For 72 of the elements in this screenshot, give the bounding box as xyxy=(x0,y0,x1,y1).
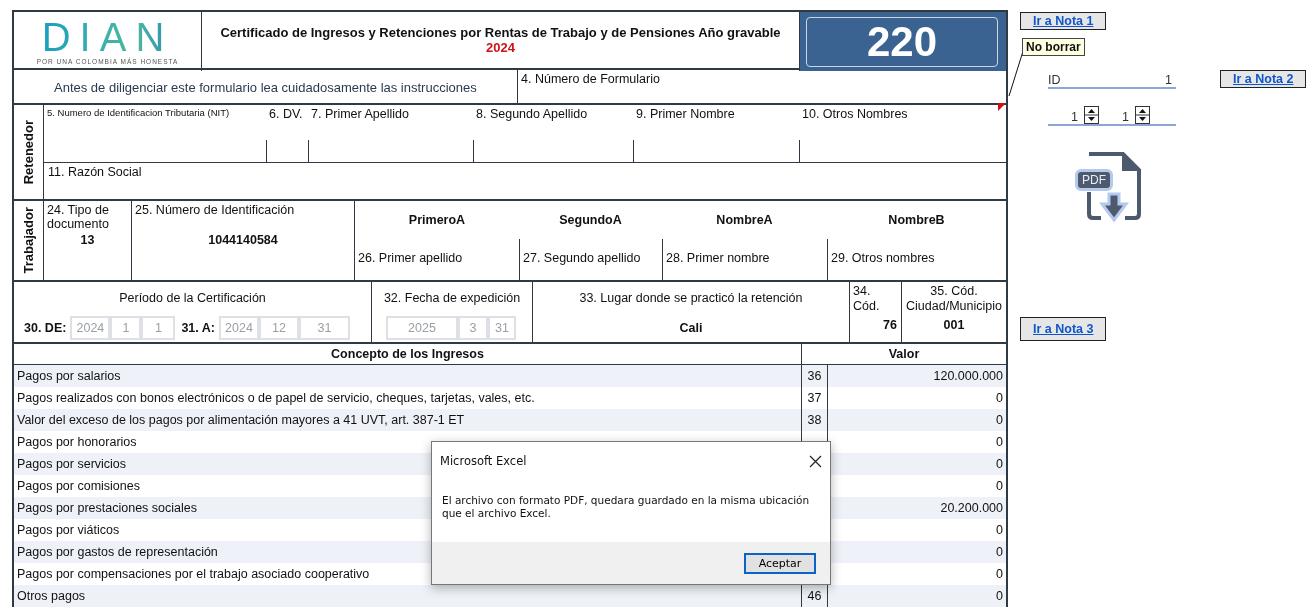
name-value: PrimeroA xyxy=(407,213,467,227)
field-label: 10. Otros Nombres xyxy=(801,106,909,123)
spinner-value[interactable]: 1 xyxy=(1048,110,1084,124)
pdf-badge: PDF xyxy=(1075,169,1113,191)
field-label: 31. A: xyxy=(181,321,215,335)
field-label: 30. DE: xyxy=(24,321,67,335)
spinner-value[interactable]: 1 xyxy=(1099,110,1135,124)
name-value: NombreA xyxy=(715,213,774,227)
table-cell-text: 0 xyxy=(995,456,1004,473)
date-field[interactable]: 3 xyxy=(458,316,488,340)
date-field[interactable]: 2024 xyxy=(70,316,111,340)
field-value: 13 xyxy=(79,233,96,247)
field-label: 34. Cód. xyxy=(852,283,881,315)
table-cell-text: 0 xyxy=(995,522,1004,539)
field-value: 001 xyxy=(942,318,966,332)
date-field[interactable]: 31 xyxy=(298,316,350,340)
field-label: 29. Otros nombres xyxy=(827,239,1006,280)
field-label: 11. Razón Social xyxy=(47,164,143,181)
date-field[interactable]: 2024 xyxy=(218,316,259,340)
comment-note: No borrar xyxy=(1022,38,1085,56)
table-cell-text: 20.200.000 xyxy=(939,500,1004,517)
name-value: SegundoA xyxy=(558,213,623,227)
field-label: 7. Primer Apellido xyxy=(310,106,410,123)
field-label: 24. Tipo de documento xyxy=(46,202,110,233)
field-label: 28. Primer nombre xyxy=(662,239,827,280)
column-header: Concepto de los Ingresos xyxy=(14,344,802,364)
field-label: 9. Primer Nombre xyxy=(635,106,736,123)
date-field[interactable]: 1 xyxy=(141,316,176,340)
column-header: Valor xyxy=(887,346,921,363)
field-value: 1044140584 xyxy=(207,233,279,247)
note-link-button[interactable]: Ir a Nota 3 xyxy=(1020,317,1107,341)
id-label: ID xyxy=(1048,73,1061,87)
field-label: Período de la Certificación xyxy=(118,290,267,307)
section-label: Trabajador xyxy=(21,207,36,274)
field-label: 26. Primer apellido xyxy=(357,250,464,267)
field-label: 32. Fecha de expedición xyxy=(382,290,522,307)
table-cell-text: 0 xyxy=(995,434,1004,451)
field-value: 76 xyxy=(882,318,898,332)
name-value: NombreB xyxy=(887,213,946,227)
table-cell-text: 0 xyxy=(995,478,1004,495)
date-field[interactable]: 12 xyxy=(258,316,299,340)
section-label: Retenedor xyxy=(21,119,36,185)
form-title: Certificado de Ingresos y Retenciones por Rentas de Trabajo y de Pensiones Año gravable xyxy=(219,25,782,40)
dialog-title: Microsoft Excel xyxy=(440,454,527,468)
spinner-icon[interactable] xyxy=(1084,106,1099,124)
table-cell-text: 0 xyxy=(995,588,1004,605)
field-label: 5. Numero de Identificacion Tributaria (NIT) xyxy=(46,106,231,120)
close-icon[interactable] xyxy=(809,454,822,468)
table-cell-text: 120.000.000 xyxy=(932,368,1004,385)
spinner-icon[interactable] xyxy=(1135,106,1150,124)
field-label: 27. Segundo apellido xyxy=(519,239,662,280)
tax-year: 2024 xyxy=(485,40,516,55)
note-link-button[interactable]: Ir a Nota 2 xyxy=(1220,70,1307,88)
form-code: 220 xyxy=(806,17,998,67)
table-cell-text: 0 xyxy=(995,566,1004,583)
note-link-button[interactable]: Ir a Nota 1 xyxy=(1020,12,1107,30)
date-field[interactable]: 2025 xyxy=(386,316,458,340)
date-field[interactable]: 1 xyxy=(110,316,142,340)
field-label: 33. Lugar donde se practicó la retención xyxy=(578,290,804,307)
accept-button[interactable]: Aceptar xyxy=(744,552,816,574)
table-cell-text: 0 xyxy=(995,412,1004,429)
instructions-text: Antes de diligenciar este formulario lea cuidadosamente las instrucciones xyxy=(54,80,478,95)
field-label: 35. Cód. Ciudad/Municipio xyxy=(905,283,1003,315)
field-value: Cali xyxy=(678,321,704,335)
table-cell-text: 0 xyxy=(995,390,1004,407)
field-label: 25. Número de Identificación xyxy=(134,202,296,219)
field-label: 4. Número de Formulario xyxy=(520,71,661,88)
field-label: 6. DV. xyxy=(268,106,304,123)
field-label: 8. Segundo Apellido xyxy=(475,106,589,123)
id-value: 1 xyxy=(1165,73,1173,87)
date-field[interactable]: 31 xyxy=(488,316,516,340)
table-cell-text: 0 xyxy=(995,544,1004,561)
